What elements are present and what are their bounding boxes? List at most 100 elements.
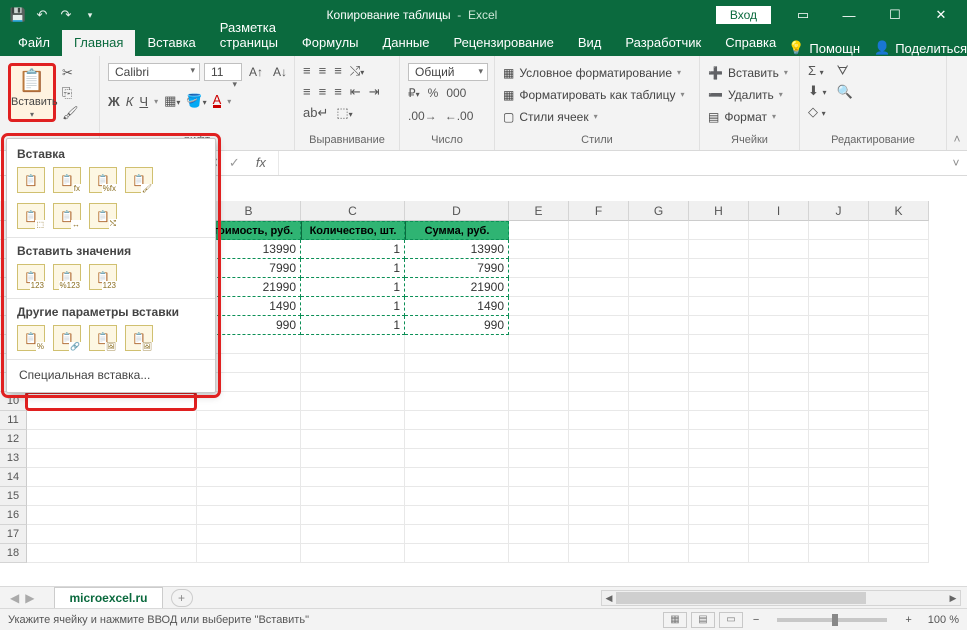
cell[interactable] bbox=[809, 354, 869, 373]
cell[interactable] bbox=[689, 278, 749, 297]
cell[interactable] bbox=[809, 430, 869, 449]
paste-keep-source-fmt-icon[interactable]: 📋🖌 bbox=[125, 167, 153, 193]
cell[interactable] bbox=[509, 430, 569, 449]
cell[interactable]: 13990 bbox=[405, 240, 509, 259]
cell[interactable] bbox=[809, 411, 869, 430]
share-button[interactable]: 👤Поделиться bbox=[874, 40, 967, 56]
normal-view-icon[interactable]: ▦ bbox=[663, 612, 687, 628]
cell[interactable] bbox=[809, 316, 869, 335]
cell[interactable] bbox=[809, 449, 869, 468]
increase-decimal-icon[interactable]: .00→ bbox=[408, 109, 437, 128]
zoom-out-button[interactable]: − bbox=[747, 614, 765, 626]
tab-file[interactable]: Файл bbox=[6, 30, 62, 56]
cell[interactable] bbox=[301, 354, 405, 373]
align-top-icon[interactable]: ≡ bbox=[303, 63, 311, 79]
cell[interactable] bbox=[869, 525, 929, 544]
cell[interactable] bbox=[689, 221, 749, 240]
col-header[interactable]: G bbox=[629, 201, 689, 221]
font-size-select[interactable]: 11 bbox=[204, 63, 242, 81]
cell[interactable] bbox=[749, 221, 809, 240]
cell[interactable] bbox=[869, 240, 929, 259]
cell[interactable] bbox=[749, 392, 809, 411]
collapse-ribbon-icon[interactable]: ˄ bbox=[953, 132, 960, 146]
row-header[interactable]: 18 bbox=[0, 544, 27, 563]
cell[interactable] bbox=[629, 506, 689, 525]
cell[interactable] bbox=[809, 525, 869, 544]
col-header[interactable]: E bbox=[509, 201, 569, 221]
cell[interactable] bbox=[809, 297, 869, 316]
col-header[interactable]: J bbox=[809, 201, 869, 221]
cell[interactable] bbox=[27, 544, 197, 563]
cell[interactable] bbox=[749, 316, 809, 335]
col-header[interactable]: D bbox=[405, 201, 509, 221]
cell[interactable] bbox=[569, 544, 629, 563]
cell[interactable] bbox=[749, 373, 809, 392]
login-button[interactable]: Вход bbox=[716, 6, 771, 24]
minimize-icon[interactable]: — bbox=[827, 1, 871, 29]
format-as-table-button[interactable]: ▦Форматировать как таблицу▾ bbox=[503, 85, 685, 104]
cell[interactable] bbox=[869, 354, 929, 373]
cell[interactable] bbox=[869, 487, 929, 506]
cell[interactable] bbox=[629, 544, 689, 563]
close-icon[interactable]: ✕ bbox=[919, 1, 963, 29]
cell[interactable] bbox=[869, 411, 929, 430]
cell[interactable] bbox=[689, 240, 749, 259]
cell[interactable] bbox=[689, 373, 749, 392]
scroll-left-icon[interactable]: ◀ bbox=[602, 591, 616, 605]
cell[interactable] bbox=[809, 544, 869, 563]
format-painter-icon[interactable]: 🖌 bbox=[62, 105, 79, 121]
cell[interactable]: Количество, шт. bbox=[301, 221, 405, 240]
cell[interactable] bbox=[197, 468, 301, 487]
cell[interactable] bbox=[301, 373, 405, 392]
cell-styles-button[interactable]: ▢Стили ячеек▾ bbox=[503, 107, 685, 126]
cell[interactable] bbox=[197, 392, 301, 411]
cell[interactable] bbox=[629, 430, 689, 449]
clear-icon[interactable]: ◇ ▾ bbox=[808, 104, 827, 120]
cell[interactable] bbox=[197, 506, 301, 525]
col-header[interactable]: H bbox=[689, 201, 749, 221]
tab-pagelayout[interactable]: Разметка страницы bbox=[208, 15, 290, 56]
cell[interactable] bbox=[629, 335, 689, 354]
cell[interactable] bbox=[197, 411, 301, 430]
delete-cells-button[interactable]: ➖Удалить▾ bbox=[708, 85, 788, 104]
paste-all-icon[interactable]: 📋 bbox=[17, 167, 45, 193]
cell[interactable] bbox=[569, 316, 629, 335]
cell[interactable] bbox=[405, 335, 509, 354]
col-header[interactable]: F bbox=[569, 201, 629, 221]
cell[interactable]: 1490 bbox=[405, 297, 509, 316]
tab-developer[interactable]: Разработчик bbox=[613, 30, 713, 56]
col-header[interactable]: I bbox=[749, 201, 809, 221]
cell[interactable] bbox=[405, 449, 509, 468]
cell[interactable] bbox=[509, 525, 569, 544]
cell[interactable] bbox=[749, 468, 809, 487]
horizontal-scrollbar[interactable]: ◀ ▶ bbox=[601, 590, 961, 606]
cell[interactable] bbox=[749, 449, 809, 468]
paste-values-icon[interactable]: 📋123 bbox=[17, 264, 45, 290]
row-header[interactable]: 13 bbox=[0, 449, 27, 468]
cell[interactable] bbox=[809, 487, 869, 506]
cell[interactable] bbox=[869, 430, 929, 449]
cell[interactable] bbox=[809, 240, 869, 259]
decrease-decimal-icon[interactable]: ←.00 bbox=[445, 109, 474, 128]
cell[interactable] bbox=[869, 392, 929, 411]
row-header[interactable]: 16 bbox=[0, 506, 27, 525]
orientation-icon[interactable]: ⤭▾ bbox=[350, 63, 364, 79]
cell[interactable] bbox=[569, 354, 629, 373]
cell[interactable]: 1 bbox=[301, 297, 405, 316]
cell[interactable] bbox=[301, 411, 405, 430]
paste-formulas-numfmt-icon[interactable]: 📋%fx bbox=[89, 167, 117, 193]
cell[interactable] bbox=[569, 449, 629, 468]
cell[interactable] bbox=[569, 468, 629, 487]
paste-values-srcfmt-icon[interactable]: 📋123 bbox=[89, 264, 117, 290]
cell[interactable] bbox=[689, 259, 749, 278]
zoom-in-button[interactable]: + bbox=[899, 614, 917, 626]
cell[interactable] bbox=[869, 221, 929, 240]
cell[interactable]: 1 bbox=[301, 278, 405, 297]
sheet-nav-prev-icon[interactable]: ◀ bbox=[10, 591, 19, 605]
cell[interactable]: 1 bbox=[301, 240, 405, 259]
cell[interactable] bbox=[27, 411, 197, 430]
cell[interactable] bbox=[629, 221, 689, 240]
cell[interactable] bbox=[869, 316, 929, 335]
scroll-thumb[interactable] bbox=[616, 592, 866, 604]
cell[interactable] bbox=[197, 525, 301, 544]
